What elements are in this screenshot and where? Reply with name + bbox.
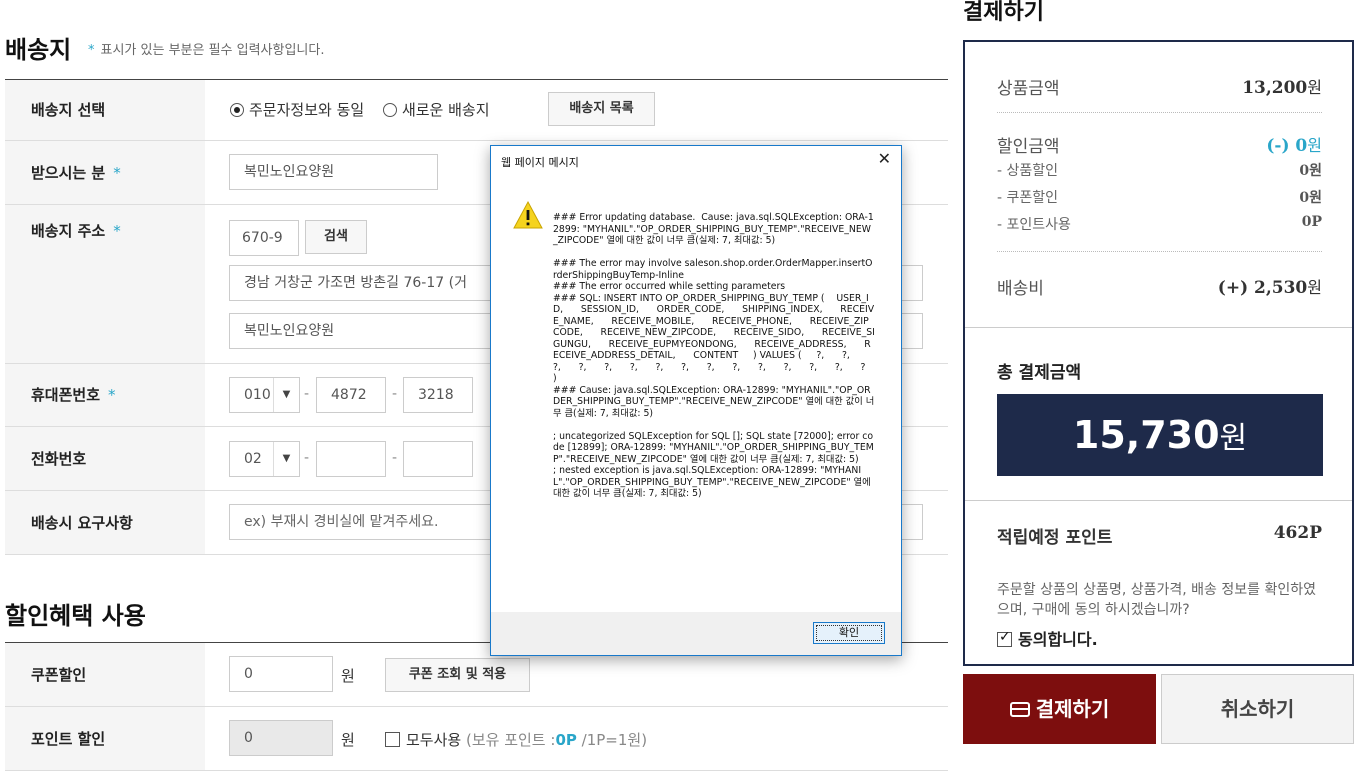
row-point: 포인트 할인 0 원 모두사용 (보유 포인트 :0P /1P=1원)	[5, 707, 948, 771]
warning-icon	[513, 200, 543, 229]
cancel-button[interactable]: 취소하기	[1161, 674, 1354, 744]
dialog-title: 웹 페이지 메시지	[501, 156, 579, 169]
coupon-unit: 원	[341, 667, 355, 685]
total-amount-box: 15,730원	[997, 394, 1323, 476]
hold-point-value: 0P	[555, 731, 577, 749]
expected-point: 462P	[1273, 523, 1322, 543]
divider	[997, 112, 1322, 113]
discount-title: 할인혜택 사용	[5, 602, 146, 630]
shipping-title: 배송지	[5, 36, 72, 64]
required-note: * 표시가 있는 부분은 필수 입력사항입니다.	[88, 39, 324, 58]
recipient-input[interactable]: 복민노인요양원	[229, 154, 438, 190]
mobile-middle-input[interactable]: 4872	[316, 377, 386, 413]
label-mobile: 휴대폰번호 *	[5, 364, 205, 426]
agree-label[interactable]: 동의합니다.	[1018, 630, 1098, 649]
phone-prefix-select[interactable]: 02 ▼	[229, 441, 300, 477]
close-icon[interactable]: ✕	[878, 150, 891, 168]
label-phone: 전화번호	[5, 427, 205, 490]
card-icon	[1009, 702, 1030, 717]
point-amount-input[interactable]: 0	[229, 720, 333, 756]
summary-product-row: 상품금액 13,200원	[997, 78, 1322, 99]
agree-checkbox-row[interactable]: 동의합니다.	[997, 626, 1098, 650]
total-label: 총 결제금액	[997, 363, 1082, 383]
phone-middle-input[interactable]	[316, 441, 386, 477]
address-list-button[interactable]: 배송지 목록	[548, 92, 655, 126]
mobile-last-input[interactable]: 3218	[403, 377, 473, 413]
label-recipient: 받으시는 분 *	[5, 141, 205, 204]
agree-text: 주문할 상품의 상품명, 상품가격, 배송 정보를 확인하였으며, 구매에 동의…	[997, 582, 1316, 618]
summary-sub-coupon: - 쿠폰할인 0원	[997, 190, 1322, 206]
payment-heading: 결제하기	[963, 0, 1044, 25]
web-page-message-dialog: 웹 페이지 메시지 ✕ ### Error updating database.…	[490, 145, 902, 656]
shipping-radio-group: 주문자정보와 동일 새로운 배송지	[230, 99, 490, 120]
zipcode-input[interactable]: 670-9	[229, 220, 299, 256]
label-point: 포인트 할인	[5, 707, 205, 770]
label-address: 배송지 주소 *	[5, 205, 205, 363]
summary-sub-point: - 포인트사용 0P	[997, 214, 1322, 233]
row-shipping-select: 배송지 선택 주문자정보와 동일 새로운 배송지 배송지 목록	[5, 80, 948, 141]
summary-sub-product: - 상품할인 0원	[997, 163, 1322, 179]
required-star: *	[88, 43, 95, 58]
dash: -	[304, 386, 310, 402]
divider	[965, 500, 1352, 501]
label-shipping-select: 배송지 선택	[5, 80, 205, 140]
coupon-apply-button[interactable]: 쿠폰 조회 및 적용	[385, 658, 530, 692]
label-request: 배송시 요구사항	[5, 491, 205, 554]
chevron-down-icon: ▼	[273, 442, 299, 476]
mobile-prefix-select[interactable]: 010 ▼	[229, 377, 300, 413]
use-all-label[interactable]: 모두사용	[406, 731, 461, 749]
required-note-text: 표시가 있는 부분은 필수 입력사항입니다.	[100, 43, 325, 58]
dialog-footer: 확인	[491, 612, 901, 655]
radio-unchecked-icon	[382, 103, 397, 117]
total-amount: 15,730	[1072, 413, 1220, 457]
dash: -	[304, 450, 310, 466]
ok-button[interactable]: 확인	[813, 622, 885, 644]
label-coupon: 쿠폰할인	[5, 643, 205, 706]
point-unit: 원	[341, 731, 355, 749]
shipping-fee: (+) 2,530	[1217, 278, 1308, 298]
chevron-down-icon: ▼	[273, 378, 299, 412]
dialog-message: ### Error updating database. Cause: java…	[553, 212, 875, 499]
discount-amount: (-) 0	[1266, 136, 1308, 156]
hold-point-prefix: (보유 포인트 :	[465, 731, 556, 749]
expected-point-row: 적립예정 포인트 462P	[997, 523, 1322, 548]
divider	[965, 327, 1352, 328]
phone-last-input[interactable]	[403, 441, 473, 477]
summary-shipping-row: 배송비 (+) 2,530원	[997, 278, 1322, 299]
summary-discount-row: 할인금액 (-) 0원	[997, 136, 1322, 157]
product-amount: 13,200	[1242, 78, 1308, 98]
agree-checkbox[interactable]	[997, 629, 1012, 647]
use-all-checkbox[interactable]	[385, 732, 400, 747]
divider	[997, 251, 1322, 252]
hold-point-suffix: /1P=1원)	[581, 731, 648, 749]
radio-checked-icon	[230, 103, 244, 117]
coupon-amount-input[interactable]: 0	[229, 656, 333, 692]
payment-summary-panel: 상품금액 13,200원 할인금액 (-) 0원 - 상품할인 0원 - 쿠폰할인…	[963, 40, 1354, 666]
pay-button[interactable]: 결제하기	[963, 674, 1156, 744]
dash: -	[392, 450, 398, 466]
radio-new-address[interactable]: 새로운 배송지	[382, 101, 490, 119]
radio-same-as-orderer[interactable]: 주문자정보와 동일	[230, 101, 364, 119]
point-use-all: 모두사용 (보유 포인트 :0P /1P=1원)	[385, 729, 647, 750]
dash: -	[392, 386, 398, 402]
address-search-button[interactable]: 검색	[305, 220, 367, 254]
